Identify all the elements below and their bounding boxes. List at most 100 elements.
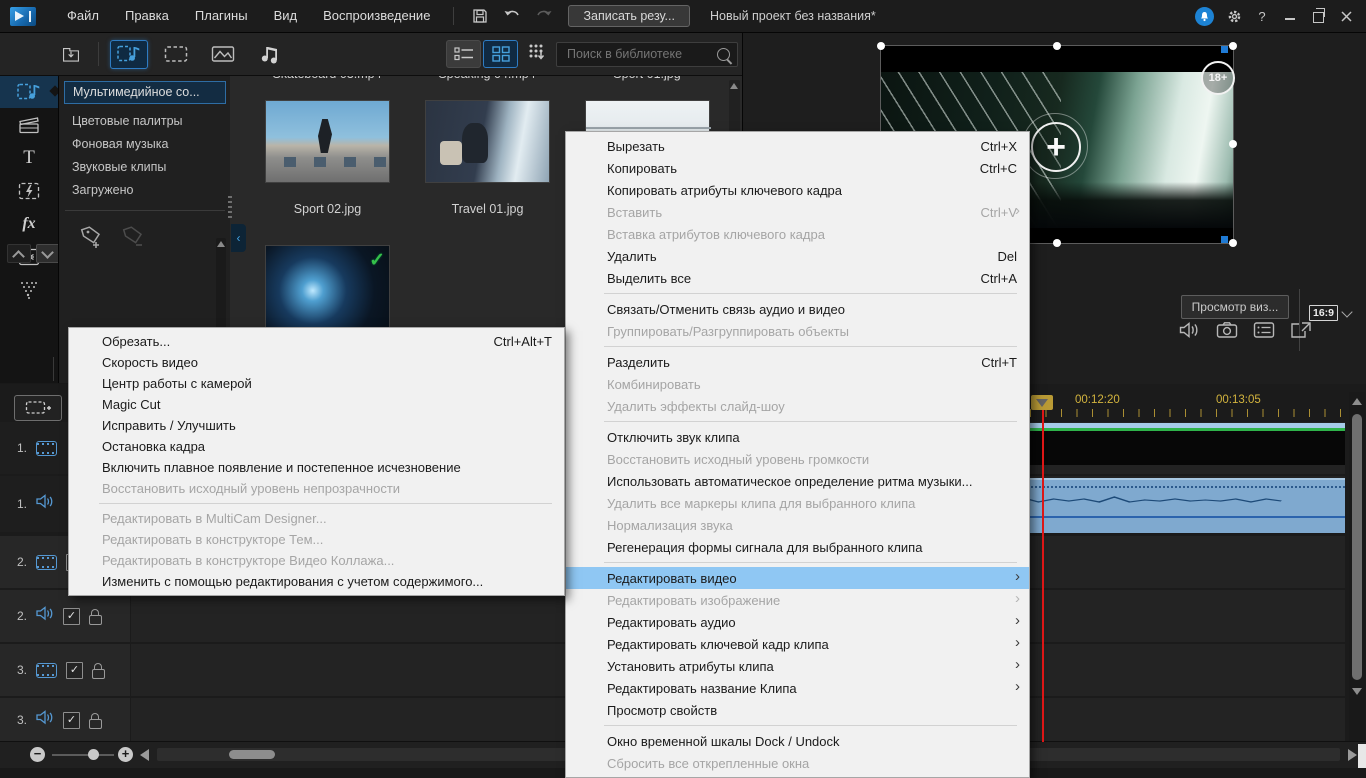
category-media-content[interactable]: Мультимедийное со... — [64, 81, 226, 104]
menu-file[interactable]: Файл — [54, 0, 112, 32]
track-lock-icon[interactable] — [92, 669, 105, 679]
rail-scroll-down-button[interactable] — [36, 244, 60, 263]
menu-item[interactable]: Копировать атрибуты ключевого кадра — [566, 179, 1029, 201]
panel-collapse-button[interactable]: ‹ — [231, 224, 246, 252]
menu-item[interactable]: Окно временной шкалы Dock / Undock — [566, 730, 1029, 752]
scroll-up-arrow[interactable] — [217, 241, 225, 247]
menu-item[interactable]: Редактировать в MultiCam Designer... — [69, 508, 564, 529]
settings-gear-icon[interactable] — [1226, 8, 1242, 24]
zoom-in-button[interactable]: + — [118, 747, 133, 762]
menu-item[interactable]: Установить атрибуты клипа› — [566, 655, 1029, 677]
menu-view[interactable]: Вид — [261, 0, 311, 32]
menu-item[interactable]: Удалить эффекты слайд-шоу — [566, 395, 1029, 417]
resize-handle[interactable] — [1053, 239, 1061, 247]
menu-item[interactable]: Удалить все маркеры клипа для выбранного… — [566, 492, 1029, 514]
menu-item[interactable]: Редактировать ключевой кадр клипа› — [566, 633, 1029, 655]
playhead-marker[interactable] — [1031, 395, 1053, 410]
category-downloaded[interactable]: Загружено — [59, 179, 231, 202]
rail-transitions-icon[interactable] — [0, 175, 58, 207]
resize-handle[interactable] — [1229, 140, 1237, 148]
menu-item[interactable]: Нормализация звука — [566, 514, 1029, 536]
import-media-icon[interactable] — [62, 45, 80, 63]
undock-preview-icon[interactable] — [1290, 321, 1312, 344]
track-enable-checkbox[interactable]: ✓ — [66, 662, 83, 679]
close-button[interactable] — [1338, 8, 1354, 24]
menu-item[interactable]: Включить плавное появление и постепенное… — [69, 457, 564, 478]
menu-item[interactable]: Связать/Отменить связь аудио и видео — [566, 298, 1029, 320]
menu-playback[interactable]: Воспроизведение — [310, 0, 443, 32]
menu-item[interactable]: Регенерация формы сигнала для выбранного… — [566, 536, 1029, 558]
track-header-audio2[interactable]: 2. ✓ — [0, 590, 130, 642]
tab-overlays[interactable] — [204, 40, 242, 69]
zoom-out-button[interactable]: − — [30, 747, 45, 762]
menu-item[interactable]: Скорость видео — [69, 352, 564, 373]
scrollbar-thumb[interactable] — [1352, 414, 1362, 680]
track-lock-icon[interactable] — [89, 719, 102, 729]
track-enable-checkbox[interactable]: ✓ — [63, 608, 80, 625]
track-enable-checkbox[interactable]: ✓ — [63, 712, 80, 729]
category-sound-clips[interactable]: Звуковые клипы — [59, 156, 231, 179]
move-crosshair-control[interactable]: + — [1031, 122, 1081, 172]
track-header-audio3[interactable]: 3. ✓ — [0, 698, 130, 742]
help-button[interactable]: ? — [1254, 8, 1270, 24]
rail-effects-icon[interactable]: fx — [0, 208, 58, 240]
track-lock-icon[interactable] — [89, 615, 102, 625]
tab-media-content[interactable] — [110, 40, 148, 69]
scroll-right-arrow[interactable] — [1348, 749, 1357, 761]
track-header-video3[interactable]: 3. ✓ — [0, 644, 130, 696]
record-result-button[interactable]: Записать резу... — [568, 5, 690, 27]
media-thumbnail-travel01[interactable] — [425, 100, 550, 183]
menu-item[interactable]: Центр работы с камерой — [69, 373, 564, 394]
category-color-boards[interactable]: Цветовые палитры — [59, 110, 231, 133]
menu-item[interactable]: УдалитьDel — [566, 245, 1029, 267]
list-view-button[interactable] — [446, 40, 481, 68]
menu-item[interactable]: Изменить с помощью редактирования с учет… — [69, 571, 564, 592]
timeline-vertical-scrollbar[interactable] — [1349, 392, 1365, 742]
menu-item[interactable]: Обрезать...Ctrl+Alt+T — [69, 331, 564, 352]
zoom-slider-handle[interactable] — [88, 749, 99, 760]
redo-icon[interactable] — [535, 7, 553, 25]
menu-item[interactable]: Отключить звук клипа — [566, 426, 1029, 448]
add-tag-icon[interactable] — [79, 223, 105, 254]
menu-item[interactable]: Вставка атрибутов ключевого кадра — [566, 223, 1029, 245]
menu-item[interactable]: КопироватьCtrl+C — [566, 157, 1029, 179]
menu-plugins[interactable]: Плагины — [182, 0, 261, 32]
zoom-slider-track[interactable] — [52, 754, 114, 756]
menu-item[interactable]: Сбросить все открепленные окна — [566, 752, 1029, 774]
media-thumbnail-sport02[interactable] — [265, 100, 390, 183]
crop-handle-blue[interactable] — [1221, 236, 1228, 243]
scroll-left-arrow[interactable] — [140, 749, 149, 761]
rail-particle-spray-icon[interactable] — [0, 274, 58, 306]
scroll-up-arrow[interactable] — [1352, 398, 1362, 405]
media-thumbnail-selected-video[interactable]: ✓ — [265, 245, 390, 328]
menu-item[interactable]: Просмотр свойств — [566, 699, 1029, 721]
rail-clapperboard-icon[interactable] — [0, 109, 58, 141]
mute-speaker-icon[interactable] — [1179, 321, 1201, 344]
menu-item[interactable]: Редактировать в конструкторе Тем... — [69, 529, 564, 550]
save-icon[interactable] — [471, 7, 489, 25]
display-options-icon[interactable] — [1253, 321, 1275, 344]
add-track-button[interactable] — [14, 395, 62, 421]
menu-item[interactable]: Редактировать аудио› — [566, 611, 1029, 633]
menu-item[interactable]: Исправить / Улучшить — [69, 415, 564, 436]
menu-edit[interactable]: Правка — [112, 0, 182, 32]
aspect-ratio-selector[interactable]: 16:9 — [1309, 305, 1351, 321]
scroll-up-arrow[interactable] — [730, 83, 738, 89]
grid-view-button[interactable] — [483, 40, 518, 68]
preview-quality-button[interactable]: Просмотр виз... — [1181, 295, 1289, 319]
notifications-bell-icon[interactable] — [1195, 7, 1214, 26]
menu-item[interactable]: Редактировать видео› — [566, 567, 1029, 589]
resize-handle[interactable] — [1229, 42, 1237, 50]
sort-options-icon[interactable] — [528, 43, 547, 66]
rail-titles-icon[interactable]: T — [0, 142, 58, 174]
menu-item[interactable]: Использовать автоматическое определение … — [566, 470, 1029, 492]
resize-handle[interactable] — [877, 42, 885, 50]
rail-media-room-icon[interactable] — [0, 76, 58, 108]
scroll-down-arrow[interactable] — [1352, 688, 1362, 695]
menu-item[interactable]: Группировать/Разгруппировать объекты — [566, 320, 1029, 342]
crop-handle-blue[interactable] — [1221, 46, 1228, 53]
menu-item[interactable]: Редактировать изображение› — [566, 589, 1029, 611]
scrollbar-thumb[interactable] — [229, 750, 275, 759]
menu-item[interactable]: Восстановить исходный уровень громкости — [566, 448, 1029, 470]
tab-audio[interactable] — [251, 40, 289, 69]
